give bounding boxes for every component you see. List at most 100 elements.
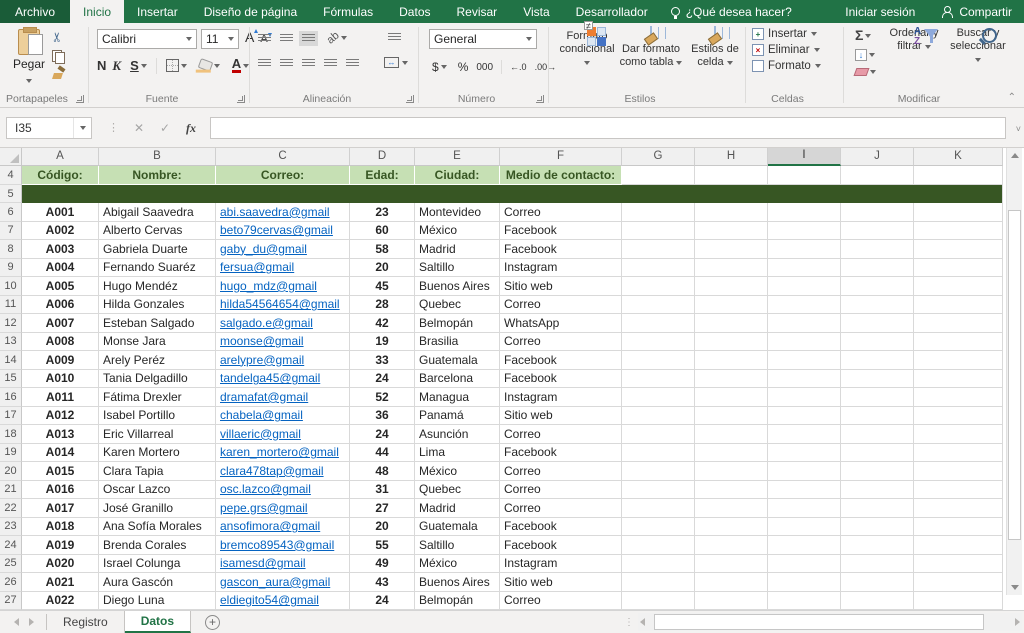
cell-contact[interactable]: Sitio web — [500, 407, 622, 426]
column-header-G[interactable]: G — [622, 148, 695, 166]
sign-in-button[interactable]: Iniciar sesión — [831, 0, 929, 23]
empty-cell[interactable] — [622, 259, 695, 278]
cell-contact[interactable]: Correo — [500, 499, 622, 518]
dialog-launcher-alignment[interactable] — [406, 95, 414, 103]
cell-name[interactable]: Gabriela Duarte — [99, 240, 216, 259]
empty-cell[interactable] — [841, 370, 914, 389]
row-header-14[interactable]: 14 — [0, 351, 22, 370]
cell-code[interactable]: A005 — [22, 277, 99, 296]
align-center-icon[interactable] — [280, 59, 293, 68]
cell-age[interactable]: 52 — [350, 388, 415, 407]
cell-email[interactable]: karen_mortero@gmail — [216, 444, 350, 463]
font-name-combo[interactable]: Calibri — [97, 29, 197, 49]
empty-cell[interactable] — [841, 555, 914, 574]
autosum-button[interactable]: Σ — [852, 28, 879, 43]
dialog-launcher-clipboard[interactable] — [76, 95, 84, 103]
expand-formula-bar-icon[interactable]: ˅ — [1016, 124, 1021, 134]
tab-f-rmulas[interactable]: Fórmulas — [310, 0, 386, 23]
empty-cell[interactable] — [622, 573, 695, 592]
tab-vista[interactable]: Vista — [510, 0, 562, 23]
empty-cell[interactable] — [768, 425, 841, 444]
cell-city[interactable]: Belmopán — [415, 314, 500, 333]
cell-code[interactable]: A010 — [22, 370, 99, 389]
empty-cell[interactable] — [914, 592, 1003, 611]
column-header-C[interactable]: C — [216, 148, 350, 166]
cell-contact[interactable]: Sitio web — [500, 573, 622, 592]
cell-city[interactable]: Buenos Aires — [415, 277, 500, 296]
empty-cell[interactable] — [914, 462, 1003, 481]
cell-age[interactable]: 20 — [350, 518, 415, 537]
cell-contact[interactable]: Correo — [500, 333, 622, 352]
empty-cell[interactable] — [695, 444, 768, 463]
cell-age[interactable]: 36 — [350, 407, 415, 426]
align-left-icon[interactable] — [258, 59, 271, 68]
cell-code[interactable]: A011 — [22, 388, 99, 407]
cell-contact[interactable]: Sitio web — [500, 277, 622, 296]
name-box-dropdown[interactable] — [73, 118, 91, 138]
empty-cell[interactable] — [768, 277, 841, 296]
orientation-icon[interactable]: ab — [325, 29, 342, 46]
row-header-9[interactable]: 9 — [0, 259, 22, 278]
sort-filter-button[interactable]: AZ Ordenar y filtrar — [884, 27, 944, 53]
cell-email[interactable]: abi.saavedra@gmail — [216, 203, 350, 222]
empty-cell[interactable] — [841, 259, 914, 278]
cell-city[interactable]: Brasilia — [415, 333, 500, 352]
cell-city[interactable]: México — [415, 222, 500, 241]
fill-button[interactable]: ↓ — [852, 48, 879, 62]
cell-contact[interactable]: Facebook — [500, 222, 622, 241]
align-top-icon[interactable] — [258, 34, 271, 43]
format-painter-icon[interactable] — [52, 67, 65, 79]
empty-cell[interactable] — [768, 481, 841, 500]
empty-cell[interactable] — [914, 333, 1003, 352]
row-header-24[interactable]: 24 — [0, 536, 22, 555]
empty-cell[interactable] — [695, 203, 768, 222]
row-header-7[interactable]: 7 — [0, 222, 22, 241]
empty-cell[interactable] — [622, 592, 695, 611]
cell-name[interactable]: Fátima Drexler — [99, 388, 216, 407]
cell-code[interactable]: A007 — [22, 314, 99, 333]
empty-cell[interactable] — [768, 536, 841, 555]
empty-cell[interactable] — [768, 407, 841, 426]
row-header-6[interactable]: 6 — [0, 203, 22, 222]
clear-button[interactable] — [852, 67, 879, 77]
empty-cell[interactable] — [841, 444, 914, 463]
empty-cell[interactable] — [695, 370, 768, 389]
row-header-8[interactable]: 8 — [0, 240, 22, 259]
empty-cell[interactable] — [841, 592, 914, 611]
empty-cell[interactable] — [841, 222, 914, 241]
row-header-23[interactable]: 23 — [0, 518, 22, 537]
empty-cell[interactable] — [768, 388, 841, 407]
empty-cell[interactable] — [695, 240, 768, 259]
cell-name[interactable]: Aura Gascón — [99, 573, 216, 592]
cell-contact[interactable]: Instagram — [500, 555, 622, 574]
cell-city[interactable]: Guatemala — [415, 518, 500, 537]
empty-cell[interactable] — [914, 499, 1003, 518]
empty-cell[interactable] — [695, 481, 768, 500]
band-row-fill[interactable] — [22, 185, 1003, 203]
column-header-E[interactable]: E — [415, 148, 500, 166]
cell-age[interactable]: 28 — [350, 296, 415, 315]
empty-cell[interactable] — [841, 333, 914, 352]
cell-email[interactable]: bremco89543@gmail — [216, 536, 350, 555]
column-header-J[interactable]: J — [841, 148, 914, 166]
copy-icon[interactable] — [52, 50, 63, 62]
empty-cell[interactable] — [914, 573, 1003, 592]
cell-email[interactable]: isamesd@gmail — [216, 555, 350, 574]
empty-cell[interactable] — [622, 240, 695, 259]
empty-cell[interactable] — [768, 240, 841, 259]
empty-cell[interactable] — [841, 518, 914, 537]
empty-cell[interactable] — [841, 425, 914, 444]
empty-cell[interactable] — [841, 166, 914, 185]
number-format-combo[interactable]: General — [429, 29, 537, 49]
empty-cell[interactable] — [768, 370, 841, 389]
bold-button[interactable]: N — [97, 58, 106, 73]
empty-cell[interactable] — [622, 203, 695, 222]
cell-email[interactable]: pepe.grs@gmail — [216, 499, 350, 518]
cell-age[interactable]: 44 — [350, 444, 415, 463]
cell-contact[interactable]: Correo — [500, 481, 622, 500]
empty-cell[interactable] — [914, 370, 1003, 389]
cell-age[interactable]: 42 — [350, 314, 415, 333]
empty-cell[interactable] — [914, 425, 1003, 444]
empty-cell[interactable] — [622, 499, 695, 518]
empty-cell[interactable] — [914, 166, 1003, 185]
